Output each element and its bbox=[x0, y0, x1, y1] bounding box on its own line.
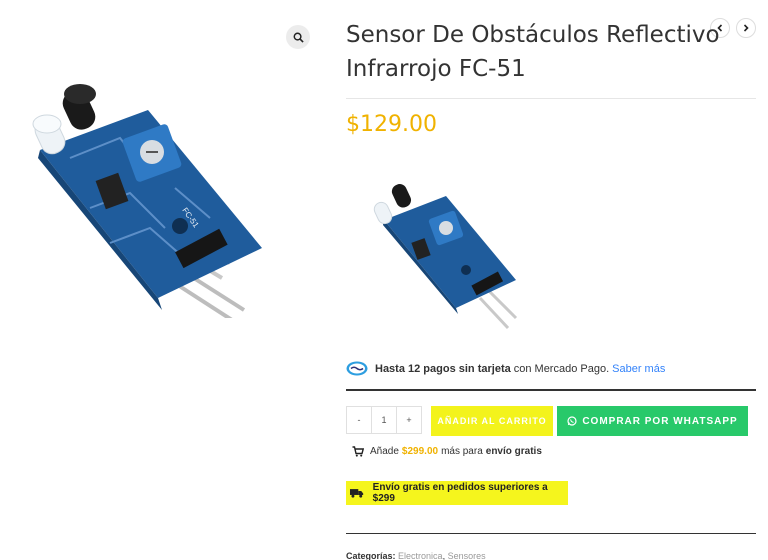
quantity-plus-button[interactable]: + bbox=[397, 407, 421, 433]
product-main-image[interactable]: FC-51 bbox=[0, 58, 318, 318]
category-link-electronica[interactable]: Electronica bbox=[398, 551, 443, 560]
whatsapp-button-label: COMPRAR POR WHATSAPP bbox=[582, 415, 738, 427]
add-to-cart-button[interactable]: AÑADIR AL CARRITO bbox=[431, 406, 553, 436]
mercadopago-link[interactable]: Saber más bbox=[612, 363, 665, 375]
category-link-sensores[interactable]: Sensores bbox=[448, 551, 486, 560]
product-gallery: FC-51 bbox=[0, 18, 318, 338]
category-separator: , bbox=[442, 551, 446, 560]
mercadopago-logo-icon bbox=[346, 361, 368, 376]
truck-icon bbox=[350, 489, 364, 498]
mercadopago-row: Hasta 12 pagos sin tarjeta con Mercado P… bbox=[346, 361, 665, 376]
product-title: Sensor De Obstáculos Reflectivo Infrarro… bbox=[346, 22, 720, 82]
cart-icon bbox=[352, 446, 364, 457]
next-product-button[interactable] bbox=[736, 18, 756, 38]
mercadopago-text: con Mercado Pago. bbox=[513, 362, 610, 375]
whatsapp-icon bbox=[567, 416, 577, 426]
product-categories: Categorías: Electronica, Sensores bbox=[346, 551, 486, 560]
chevron-right-icon bbox=[743, 24, 749, 32]
title-divider bbox=[346, 98, 756, 99]
whatsapp-buy-button[interactable]: COMPRAR POR WHATSAPP bbox=[557, 406, 748, 436]
free-shipping-banner: Envío gratis en pedidos superiores a $29… bbox=[346, 481, 568, 505]
mercadopago-divider bbox=[346, 389, 756, 391]
product-thumbnail[interactable] bbox=[346, 168, 536, 338]
free-shipping-banner-text: Envío gratis en pedidos superiores a $29… bbox=[372, 482, 548, 504]
shipping-prefix: Añade bbox=[370, 446, 399, 457]
zoom-button[interactable] bbox=[286, 25, 310, 49]
search-icon bbox=[293, 32, 304, 43]
free-shipping-progress: Añade $299.00 más para envío gratis bbox=[352, 446, 542, 457]
quantity-minus-button[interactable]: - bbox=[347, 407, 371, 433]
quantity-stepper: - 1 + bbox=[346, 406, 422, 434]
categories-label: Categorías: bbox=[346, 551, 396, 560]
shipping-bold: envío gratis bbox=[485, 446, 542, 457]
shipping-amount: $299.00 bbox=[401, 446, 439, 457]
product-price: $129.00 bbox=[346, 112, 437, 137]
shipping-middle: más para bbox=[441, 446, 483, 457]
quantity-input[interactable]: 1 bbox=[371, 407, 397, 433]
meta-divider bbox=[346, 533, 756, 534]
mercadopago-bold-text: Hasta 12 pagos sin tarjeta bbox=[375, 362, 511, 375]
